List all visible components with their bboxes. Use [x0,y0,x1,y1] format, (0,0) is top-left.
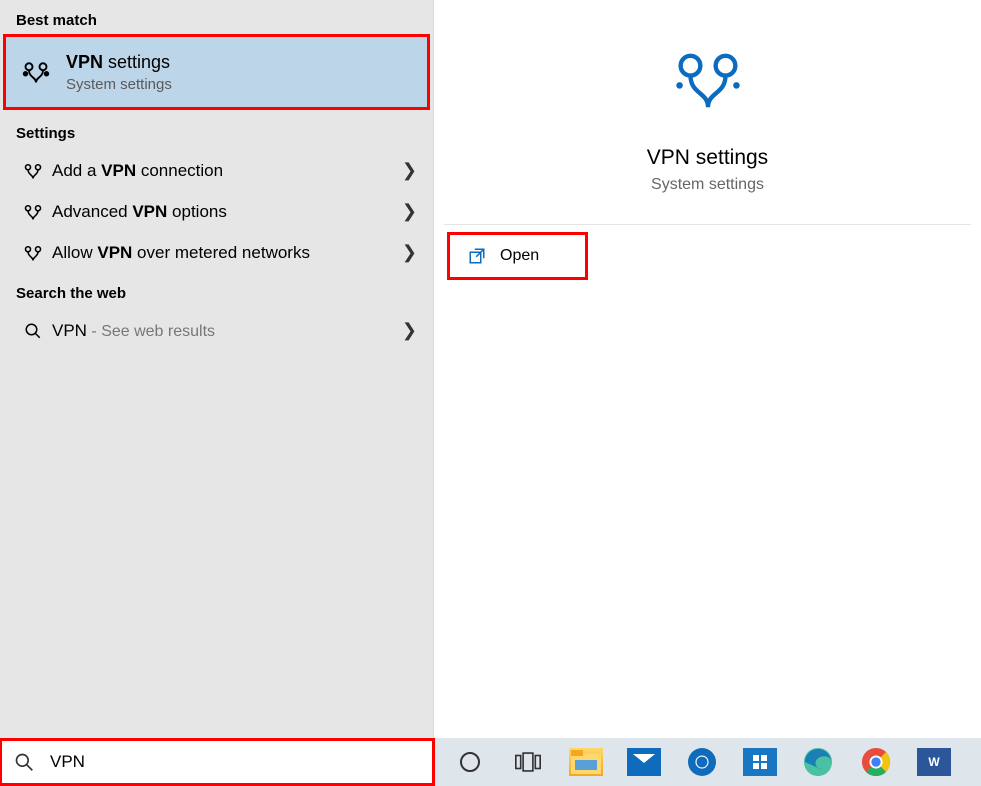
settings-item-label: Advanced VPN options [52,202,402,222]
open-button[interactable]: Open [450,235,585,277]
detail-header: VPN settings System settings [444,0,971,225]
settings-item-add-vpn[interactable]: Add a VPN connection ❯ [0,150,433,191]
best-match-header: Best match [0,0,433,37]
vpn-icon-large [673,50,743,112]
settings-item-allow-vpn-metered[interactable]: Allow VPN over metered networks ❯ [0,232,433,273]
best-match-vpn-settings[interactable]: VPN settings System settings [6,37,427,107]
search-icon [16,322,50,340]
chevron-right-icon: ❯ [402,242,417,263]
search-results-window: Best match VPN settings System settings … [0,0,981,738]
web-result-label: VPN - See web results [52,321,402,341]
detail-subtitle: System settings [651,176,764,194]
settings-item-label: Allow VPN over metered networks [52,243,402,263]
chevron-right-icon: ❯ [402,160,417,181]
best-match-subtitle: System settings [66,76,172,93]
file-explorer-icon[interactable] [566,742,606,782]
best-match-title: VPN settings [66,51,172,74]
search-icon [14,752,34,772]
detail-panel: VPN settings System settings Open [434,0,981,738]
chevron-right-icon: ❯ [402,320,417,341]
search-web-header: Search the web [0,273,433,310]
chrome-icon[interactable] [856,742,896,782]
mail-icon[interactable] [624,742,664,782]
settings-header: Settings [0,113,433,150]
search-input[interactable] [50,752,420,772]
word-icon[interactable]: W [914,742,954,782]
vpn-icon [16,243,50,263]
taskbar: W [0,738,981,786]
taskbar-search-box[interactable] [2,741,432,783]
settings-item-label: Add a VPN connection [52,161,402,181]
vpn-icon [16,58,56,86]
web-result-vpn[interactable]: VPN - See web results ❯ [0,310,433,351]
microsoft-store-icon[interactable] [740,742,780,782]
results-panel: Best match VPN settings System settings … [0,0,434,738]
vpn-icon [16,161,50,181]
dell-app-icon[interactable] [682,742,722,782]
vpn-icon [16,202,50,222]
open-icon [468,247,486,265]
open-label: Open [500,247,539,265]
detail-title: VPN settings [647,146,768,170]
settings-item-advanced-vpn[interactable]: Advanced VPN options ❯ [0,191,433,232]
chevron-right-icon: ❯ [402,201,417,222]
cortana-icon[interactable] [450,742,490,782]
edge-icon[interactable] [798,742,838,782]
task-view-icon[interactable] [508,742,548,782]
